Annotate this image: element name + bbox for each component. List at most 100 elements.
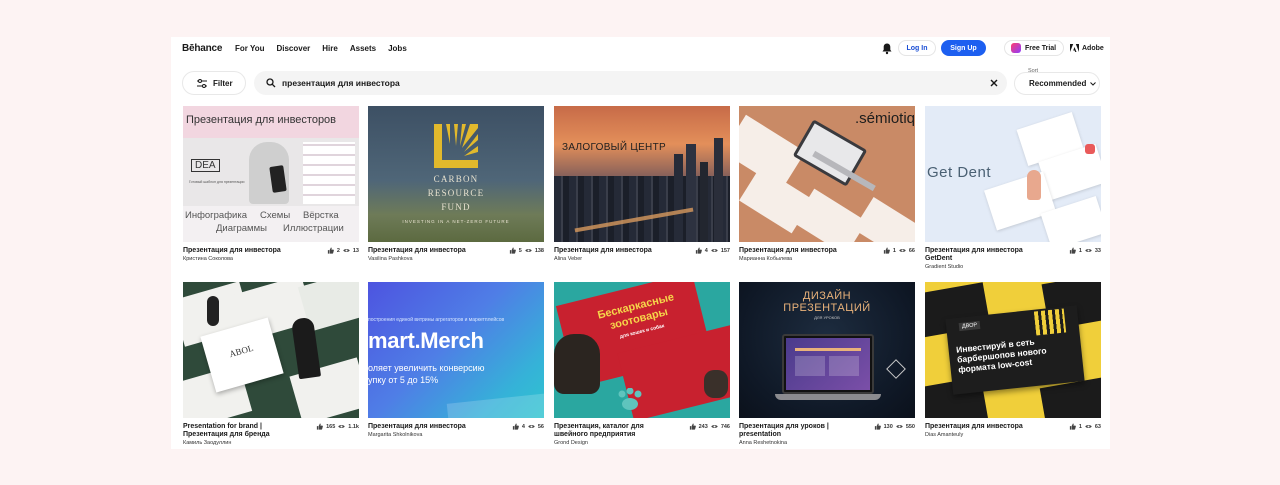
view-count: 157: [720, 247, 730, 254]
project-thumbnail[interactable]: .sémiotiq: [739, 106, 915, 242]
project-thumbnail[interactable]: построения единой витрины агрегаторов и …: [368, 282, 544, 418]
eye-icon: [343, 249, 350, 252]
filter-button[interactable]: Filter: [182, 71, 246, 95]
project-card[interactable]: ДВОР Инвестируй в сеть барбершопов новог…: [925, 282, 1101, 449]
view-count: 550: [905, 423, 915, 430]
project-stats: 4 157: [695, 247, 730, 254]
view-count: 33: [1094, 247, 1101, 254]
project-title[interactable]: Презентация для инвестора: [183, 247, 301, 255]
project-author[interactable]: Камиль Заодуллин: [183, 440, 359, 446]
thumb-word: Иллюстрации: [283, 223, 344, 234]
free-trial-button[interactable]: Free Trial: [1004, 40, 1064, 56]
thumb-heading: mart.Merch: [368, 328, 484, 353]
project-thumbnail[interactable]: ABOL: [183, 282, 359, 418]
view-count: 66: [908, 247, 915, 254]
view-count: 63: [1094, 423, 1101, 430]
thumb-word: Вёрстка: [303, 210, 339, 221]
project-title[interactable]: Презентация для инвестора: [925, 423, 1043, 431]
search-bar[interactable]: презентация для инвестора: [254, 71, 1007, 95]
project-thumbnail[interactable]: Бескаркасные зоотовары для кошек и собак: [554, 282, 730, 418]
thumb-heading: .sémiotiq: [855, 110, 915, 127]
eye-icon: [711, 425, 718, 428]
project-card[interactable]: ДИЗАЙН ПРЕЗЕНТАЦИЙ ДЛЯ УРОКОВ Презентаци…: [739, 282, 915, 449]
like-count: 5: [518, 247, 522, 254]
login-button[interactable]: Log In: [898, 40, 936, 56]
project-title[interactable]: Презентация для инвестора GetDent: [925, 247, 1043, 263]
project-card[interactable]: Get Dent Презентация для инвестора GetDe…: [925, 106, 1101, 277]
search-input[interactable]: презентация для инвестора: [282, 78, 400, 88]
behance-logo[interactable]: Bēhance: [182, 43, 222, 54]
project-card[interactable]: CARBON RESOURCE FUND INVESTING IN A NET-…: [368, 106, 544, 277]
project-author[interactable]: Alina Veber: [554, 256, 730, 262]
project-thumbnail[interactable]: ДВОР Инвестируй в сеть барбершопов новог…: [925, 282, 1101, 418]
project-card[interactable]: Бескаркасные зоотовары для кошек и собак…: [554, 282, 730, 449]
project-stats: 1 33: [1069, 247, 1101, 254]
project-card[interactable]: ABOL Presentation for brand | Презентаци…: [183, 282, 359, 449]
nav-jobs[interactable]: Jobs: [388, 44, 407, 53]
signup-button[interactable]: Sign Up: [941, 40, 986, 56]
project-title[interactable]: Презентация для инвестора: [554, 247, 672, 255]
sliders-icon: [197, 78, 207, 88]
eye-icon: [1085, 249, 1092, 252]
project-author[interactable]: Кристина Соколова: [183, 256, 359, 262]
like-count: 130: [883, 423, 893, 430]
like-count: 2: [336, 247, 340, 254]
thumb-badge: DEA: [191, 159, 220, 172]
project-title[interactable]: Presentation for brand | Презентация для…: [183, 423, 301, 439]
nav-for-you[interactable]: For You: [235, 44, 264, 53]
project-stats: 2 13: [327, 247, 359, 254]
project-stats: 130 550: [874, 423, 915, 430]
project-author[interactable]: Dias Amanteuly: [925, 432, 1101, 438]
project-author[interactable]: Margarita Shkolnikova: [368, 432, 544, 438]
project-card[interactable]: .sémiotiq Презентация для инвестора Мари…: [739, 106, 915, 277]
project-title[interactable]: Презентация, каталог для швейного предпр…: [554, 423, 672, 439]
project-stats: 243 746: [689, 423, 730, 430]
project-thumbnail[interactable]: ДИЗАЙН ПРЕЗЕНТАЦИЙ ДЛЯ УРОКОВ: [739, 282, 915, 418]
thumbs-up-icon: [695, 247, 702, 254]
search-icon: [266, 78, 276, 88]
like-count: 4: [704, 247, 708, 254]
project-author[interactable]: Anna Reshetnokina: [739, 440, 915, 446]
top-nav: Bēhance For You Discover Hire Assets Job…: [171, 37, 1110, 61]
nav-links: For You Discover Hire Assets Jobs: [235, 44, 407, 53]
project-title[interactable]: Презентация для инвестора: [739, 247, 857, 255]
project-thumbnail[interactable]: ЗАЛОГОВЫЙ ЦЕНТР: [554, 106, 730, 242]
project-title[interactable]: Презентация для уроков | presentation: [739, 423, 857, 439]
project-author[interactable]: Марианна Кобылева: [739, 256, 915, 262]
project-card[interactable]: построения единой витрины агрегаторов и …: [368, 282, 544, 449]
project-card[interactable]: ЗАЛОГОВЫЙ ЦЕНТР Презентация для инвестор…: [554, 106, 730, 277]
view-count: 746: [720, 423, 730, 430]
project-thumbnail[interactable]: Презентация для инвесторов DEA Готовый ш…: [183, 106, 359, 242]
project-author[interactable]: Gradient Studio: [925, 264, 1101, 270]
project-title[interactable]: Презентация для инвестора: [368, 423, 486, 431]
project-title[interactable]: Презентация для инвестора: [368, 247, 486, 255]
adobe-link[interactable]: Adobe: [1070, 44, 1104, 52]
project-thumbnail[interactable]: Get Dent: [925, 106, 1101, 242]
thumb-heading: CARBON RESOURCE FUND: [427, 174, 485, 212]
thumbs-up-icon: [1069, 423, 1076, 430]
thumbs-up-icon: [689, 423, 696, 430]
project-author[interactable]: Grond Design: [554, 440, 730, 446]
thumb-heading: ДИЗАЙН ПРЕЗЕНТАЦИЙ: [783, 290, 871, 314]
like-count: 1: [892, 247, 896, 254]
thumb-heading: ЗАЛОГОВЫЙ ЦЕНТР: [562, 142, 666, 153]
project-author[interactable]: Vasilina Pashkova: [368, 256, 544, 262]
project-thumbnail[interactable]: CARBON RESOURCE FUND INVESTING IN A NET-…: [368, 106, 544, 242]
thumbs-up-icon: [883, 247, 890, 254]
thumb-heading: Презентация для инвесторов: [186, 114, 337, 126]
thumb-small-text: построения единой витрины агрегаторов и …: [368, 317, 505, 323]
nav-hire[interactable]: Hire: [322, 44, 338, 53]
adobe-icon: [1070, 44, 1079, 52]
close-icon[interactable]: [989, 78, 999, 88]
like-count: 243: [698, 423, 708, 430]
thumbs-up-icon: [316, 423, 323, 430]
project-stats: 1 63: [1069, 423, 1101, 430]
nav-assets[interactable]: Assets: [350, 44, 376, 53]
nav-discover[interactable]: Discover: [276, 44, 310, 53]
sort-value: Recommended: [1029, 79, 1087, 88]
sun-logo-icon: [434, 124, 478, 168]
project-card[interactable]: Презентация для инвесторов DEA Готовый ш…: [183, 106, 359, 277]
thumb-tagline: Готовый шаблон для презентации: [189, 180, 245, 184]
bell-icon[interactable]: [881, 42, 893, 55]
sort-dropdown[interactable]: Recommended: [1014, 72, 1100, 95]
